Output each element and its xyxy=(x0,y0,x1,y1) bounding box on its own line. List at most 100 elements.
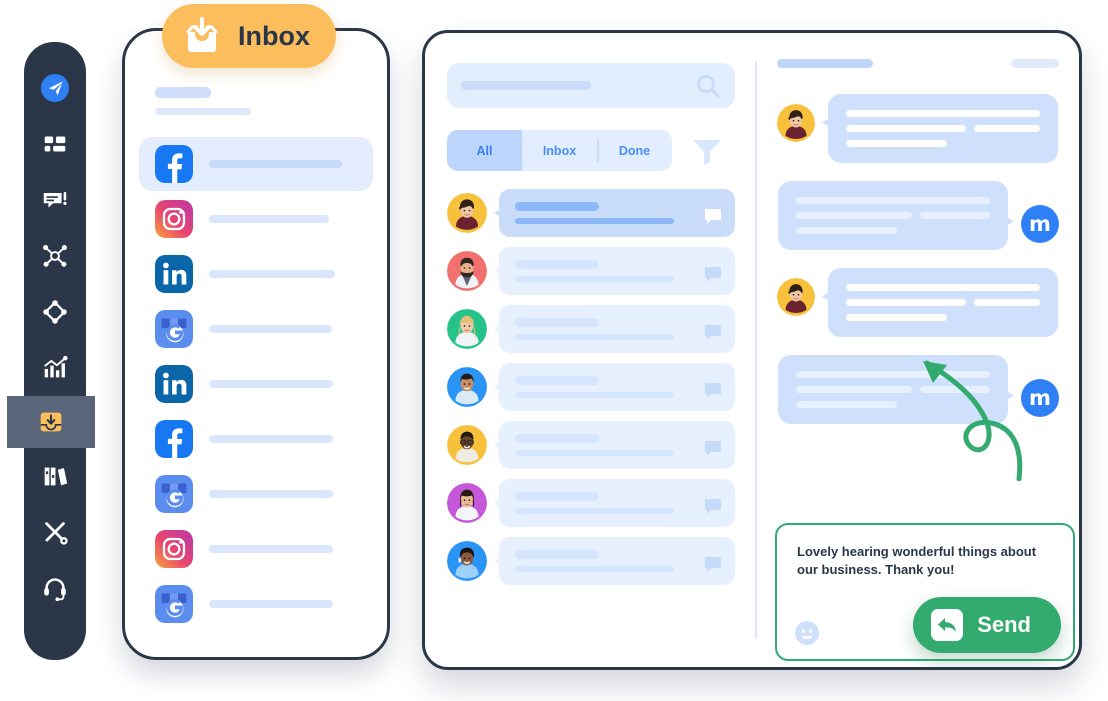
conversation-snippet-skeleton xyxy=(515,334,675,340)
conversation-preview xyxy=(499,189,735,237)
google-business-icon xyxy=(155,310,193,348)
message-line-skeleton xyxy=(796,386,913,393)
conversation-snippet-skeleton xyxy=(515,566,675,572)
app-sidebar xyxy=(7,42,95,660)
inbox-download-icon xyxy=(40,412,62,432)
conversation-preview xyxy=(499,537,735,585)
channel-name-skeleton xyxy=(209,380,333,388)
channel-row-instagram[interactable] xyxy=(139,192,373,246)
channel-row-linkedin[interactable] xyxy=(139,247,373,301)
sidebar-item-tools[interactable] xyxy=(24,504,86,560)
instagram-icon xyxy=(155,530,193,568)
tools-wrench-icon xyxy=(45,522,68,545)
chat-title-skeleton xyxy=(777,59,873,68)
conversation-snippet-skeleton xyxy=(515,218,675,224)
sidebar-item-network[interactable] xyxy=(24,228,86,284)
message-line-skeleton xyxy=(846,314,947,321)
conversation-row[interactable] xyxy=(447,189,735,237)
sidebar-item-automation[interactable] xyxy=(24,284,86,340)
conversation-row[interactable] xyxy=(447,421,735,469)
search-input[interactable] xyxy=(447,63,735,108)
conversation-preview xyxy=(499,363,735,411)
conversation-name-skeleton xyxy=(515,260,599,269)
message-outgoing: m xyxy=(777,181,1059,250)
avatar xyxy=(447,193,487,233)
sidebar-item-analytics[interactable] xyxy=(24,340,86,396)
search-icon xyxy=(697,74,720,97)
support-headset-icon xyxy=(44,578,66,602)
message-line-row xyxy=(846,299,1040,306)
inbox-badge: Inbox xyxy=(162,4,336,68)
phone-mockup xyxy=(122,28,390,660)
conversation-row[interactable] xyxy=(447,537,735,585)
message-line-skeleton xyxy=(920,212,990,219)
message-bubble xyxy=(778,181,1008,250)
chat-bubble-icon xyxy=(705,267,721,282)
channel-name-skeleton xyxy=(209,325,332,333)
conversation-name-skeleton xyxy=(515,492,599,501)
conversation-row[interactable] xyxy=(447,363,735,411)
message-line-skeleton xyxy=(846,284,1040,291)
conversation-name-skeleton xyxy=(515,376,599,385)
conversation-row[interactable] xyxy=(447,305,735,353)
sidebar-item-dashboard[interactable] xyxy=(24,116,86,172)
channel-row-linkedin-2[interactable] xyxy=(139,357,373,411)
dashboard-grid-icon xyxy=(44,136,66,152)
conversation-name-skeleton xyxy=(515,434,599,443)
channel-row-google-business[interactable] xyxy=(139,302,373,356)
illustration-stage: All Inbox Done m m Lovely hearing wonder… xyxy=(0,0,1108,701)
send-button[interactable]: Send xyxy=(913,597,1061,653)
avatar xyxy=(777,278,815,316)
chat-panel: m m Lovely hearing wonderful things abou… xyxy=(757,33,1079,667)
channel-row-google-business-3[interactable] xyxy=(139,577,373,631)
inbox-download-icon xyxy=(186,17,218,52)
chat-bubble-icon xyxy=(705,325,721,340)
channel-row-facebook[interactable] xyxy=(139,137,373,191)
chat-header xyxy=(777,59,1059,68)
sidebar-item-messages[interactable] xyxy=(24,172,86,228)
conversation-row[interactable] xyxy=(447,247,735,295)
send-label: Send xyxy=(977,612,1031,637)
conversation-snippet-skeleton xyxy=(515,450,675,456)
conversation-preview xyxy=(499,305,735,353)
message-line-row xyxy=(796,212,990,219)
send-paper-plane-icon xyxy=(40,73,70,103)
conversation-name-skeleton xyxy=(515,318,599,327)
reply-arrow-icon xyxy=(931,609,964,641)
avatar xyxy=(447,367,487,407)
avatar xyxy=(447,483,487,523)
google-business-icon xyxy=(155,585,193,623)
message-line-skeleton xyxy=(846,110,1040,117)
phone-title-skeleton xyxy=(155,87,211,98)
diamond-target-icon xyxy=(43,300,67,324)
sidebar-item-send[interactable] xyxy=(24,60,86,116)
message-line-skeleton xyxy=(796,227,897,234)
linkedin-icon xyxy=(155,365,193,403)
composer-text[interactable]: Lovely hearing wonderful things about ou… xyxy=(797,543,1045,578)
conversation-preview xyxy=(499,421,735,469)
message-line-skeleton xyxy=(796,401,897,408)
message-line-skeleton xyxy=(796,197,990,204)
channel-name-skeleton xyxy=(209,160,342,168)
avatar xyxy=(447,425,487,465)
search-placeholder-skeleton xyxy=(461,81,591,90)
message-line-skeleton xyxy=(974,125,1040,132)
sidebar-item-library[interactable] xyxy=(24,448,86,504)
tab-inbox[interactable]: Inbox xyxy=(522,130,597,171)
filter-funnel-icon[interactable] xyxy=(690,136,724,166)
sidebar-item-inbox[interactable] xyxy=(7,396,95,448)
channel-row-instagram-2[interactable] xyxy=(139,522,373,576)
message-incoming xyxy=(777,268,1059,337)
conversation-snippet-skeleton xyxy=(515,508,675,514)
avatar xyxy=(447,309,487,349)
channel-row-facebook-2[interactable] xyxy=(139,412,373,466)
message-line-skeleton xyxy=(796,212,913,219)
channel-row-google-business-2[interactable] xyxy=(139,467,373,521)
chat-bubble-icon xyxy=(705,441,721,456)
tab-done[interactable]: Done xyxy=(597,130,672,171)
emoji-smiley-icon[interactable] xyxy=(795,621,819,645)
tab-all[interactable]: All xyxy=(447,130,522,171)
sidebar-item-support[interactable] xyxy=(24,560,86,616)
conversation-name-skeleton xyxy=(515,202,599,211)
conversation-row[interactable] xyxy=(447,479,735,527)
